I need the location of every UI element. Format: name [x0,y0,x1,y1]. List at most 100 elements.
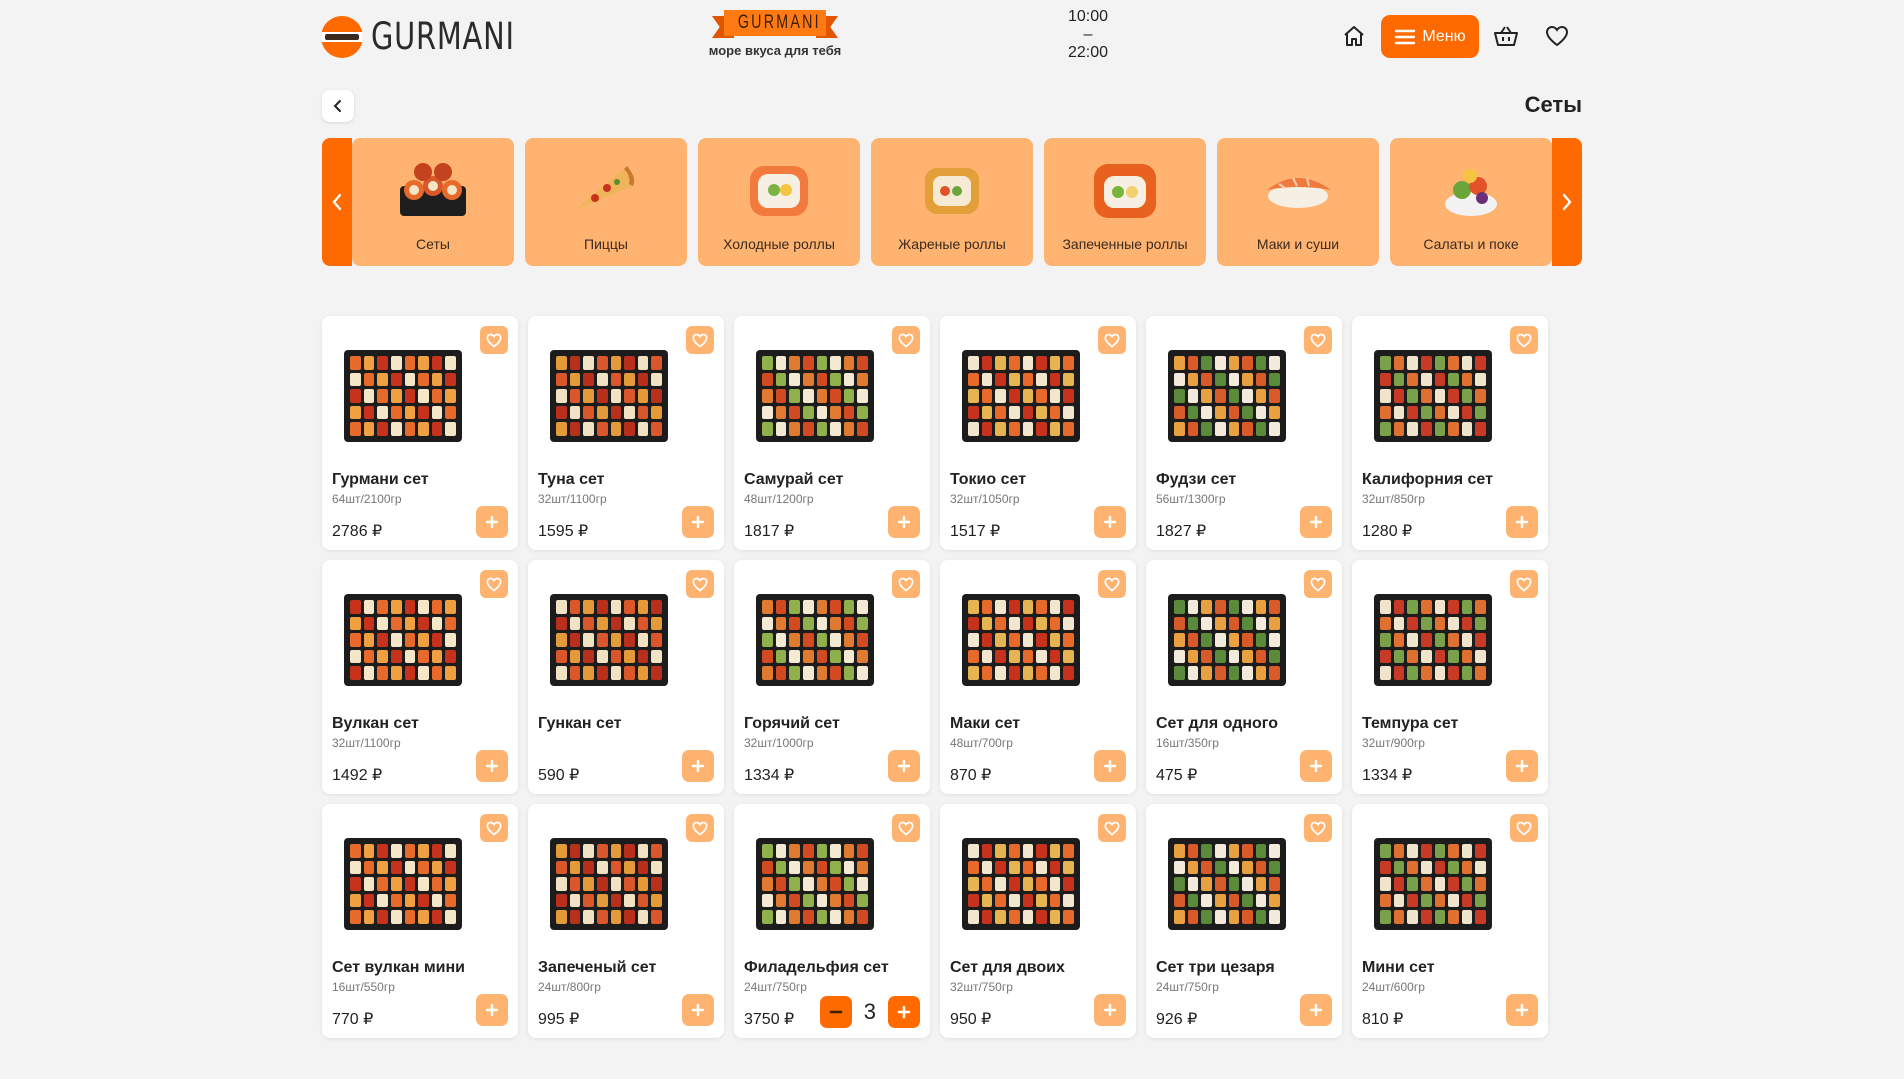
heart-icon [1104,333,1120,348]
favorite-button[interactable] [686,326,714,354]
product-image [1374,350,1492,442]
favorite-button[interactable] [1510,814,1538,842]
add-to-cart-button[interactable] [1094,994,1126,1026]
product-price: 1334 ₽ [1362,767,1413,784]
product-card[interactable]: Темпура сет 32шт/900гр 1334 ₽ [1352,560,1548,794]
product-price: 1517 ₽ [950,523,1001,540]
favorite-button[interactable] [892,570,920,598]
favorite-button[interactable] [480,814,508,842]
favorite-button[interactable] [892,326,920,354]
add-to-cart-button[interactable] [682,506,714,538]
heart-icon [1516,821,1532,836]
product-image [344,350,462,442]
favorite-button[interactable] [1510,570,1538,598]
product-meta: 24шт/800гр [538,980,601,994]
back-button[interactable] [322,90,354,122]
home-button[interactable] [1337,19,1371,53]
carousel-prev-button[interactable] [322,138,352,266]
plus-icon [691,759,705,773]
product-meta: 64шт/2100гр [332,492,402,506]
page-title: Сеты [1524,92,1582,117]
heart-icon [1310,577,1326,592]
favorite-button[interactable] [686,814,714,842]
favorite-button[interactable] [1098,570,1126,598]
plus-icon [897,1005,911,1019]
favorite-button[interactable] [1304,326,1332,354]
add-to-cart-button[interactable] [682,750,714,782]
heart-icon [1104,577,1120,592]
category-pizza[interactable]: Пиццы [525,138,687,266]
category-baked-rolls[interactable]: Запеченные роллы [1044,138,1206,266]
product-card[interactable]: Калифорния сет 32шт/850гр 1280 ₽ [1352,316,1548,550]
add-to-cart-button[interactable] [1506,994,1538,1026]
menu-button[interactable]: Меню [1381,15,1479,58]
product-meta: 32шт/1050гр [950,492,1020,506]
product-card[interactable]: Гункан сет 590 ₽ [528,560,724,794]
product-card[interactable]: Вулкан сет 32шт/1100гр 1492 ₽ [322,560,518,794]
add-to-cart-button[interactable] [476,994,508,1026]
product-price: 1334 ₽ [744,767,795,784]
product-image [962,594,1080,686]
favorite-button[interactable] [1098,814,1126,842]
category-sets[interactable]: Сеты [352,138,514,266]
product-meta: 24шт/750гр [1156,980,1219,994]
product-card[interactable]: Сет три цезаря 24шт/750гр 926 ₽ [1146,804,1342,1038]
add-to-cart-button[interactable] [1300,506,1332,538]
logo[interactable]: GURMANI [321,15,555,58]
product-card[interactable]: Сет для одного 16шт/350гр 475 ₽ [1146,560,1342,794]
product-image [344,838,462,930]
increase-button[interactable] [888,996,920,1028]
product-card[interactable]: Горячий сет 32шт/1000гр 1334 ₽ [734,560,930,794]
product-card[interactable]: Токио сет 32шт/1050гр 1517 ₽ [940,316,1136,550]
product-card[interactable]: Фудзи сет 56шт/1300гр 1827 ₽ [1146,316,1342,550]
add-to-cart-button[interactable] [1094,506,1126,538]
product-card[interactable]: Маки сет 48шт/700гр 870 ₽ [940,560,1136,794]
favorite-button[interactable] [686,570,714,598]
pizza-slice-icon [567,154,645,224]
plus-icon [485,515,499,529]
add-to-cart-button[interactable] [888,750,920,782]
add-to-cart-button[interactable] [476,506,508,538]
add-to-cart-button[interactable] [1300,750,1332,782]
favorite-button[interactable] [1098,326,1126,354]
product-card[interactable]: Сет вулкан мини 16шт/550гр 770 ₽ [322,804,518,1038]
favorite-button[interactable] [1304,814,1332,842]
decrease-button[interactable] [819,996,852,1028]
add-to-cart-button[interactable] [1506,506,1538,538]
product-name: Сет для одного [1156,715,1279,732]
carousel-next-button[interactable] [1552,138,1582,266]
add-to-cart-button[interactable] [1094,750,1126,782]
add-to-cart-button[interactable] [1506,750,1538,782]
product-card[interactable]: Туна сет 32шт/1100гр 1595 ₽ [528,316,724,550]
favorite-button[interactable] [1304,570,1332,598]
product-card[interactable]: Самурай сет 48шт/1200гр 1817 ₽ [734,316,930,550]
favorite-button[interactable] [892,814,920,842]
add-to-cart-button[interactable] [476,750,508,782]
product-card[interactable]: Сет для двоих 32шт/750гр 950 ₽ [940,804,1136,1038]
product-card[interactable]: Запеченый сет 24шт/800гр 995 ₽ [528,804,724,1038]
add-to-cart-button[interactable] [682,994,714,1026]
product-card[interactable]: Филадельфия сет 24шт/750гр 3750 ₽ 3 [734,804,930,1038]
category-label: Запеченные роллы [1062,236,1188,252]
favorite-button[interactable] [480,570,508,598]
hours-open: 10:00 [1067,8,1109,25]
add-to-cart-button[interactable] [888,506,920,538]
category-maki-sushi[interactable]: Маки и суши [1217,138,1379,266]
plus-icon [1103,759,1117,773]
add-to-cart-button[interactable] [1300,994,1332,1026]
product-name: Сет три цезаря [1156,959,1275,976]
category-cold-rolls[interactable]: Холодные роллы [698,138,860,266]
category-salads[interactable]: Салаты и поке [1390,138,1552,266]
hamburger-icon [1395,29,1416,44]
favorite-button[interactable] [480,326,508,354]
category-fried-rolls[interactable]: Жареные роллы [871,138,1033,266]
product-card[interactable]: Мини сет 24шт/600гр 810 ₽ [1352,804,1548,1038]
favorite-button[interactable] [1510,326,1538,354]
cart-button[interactable] [1489,19,1523,53]
product-price: 950 ₽ [950,1011,992,1028]
product-price: 870 ₽ [950,767,992,784]
chevron-left-icon [333,100,341,112]
product-meta: 32шт/1000гр [744,736,814,750]
product-card[interactable]: Гурмани сет 64шт/2100гр 2786 ₽ [322,316,518,550]
favorites-button[interactable] [1540,19,1574,53]
